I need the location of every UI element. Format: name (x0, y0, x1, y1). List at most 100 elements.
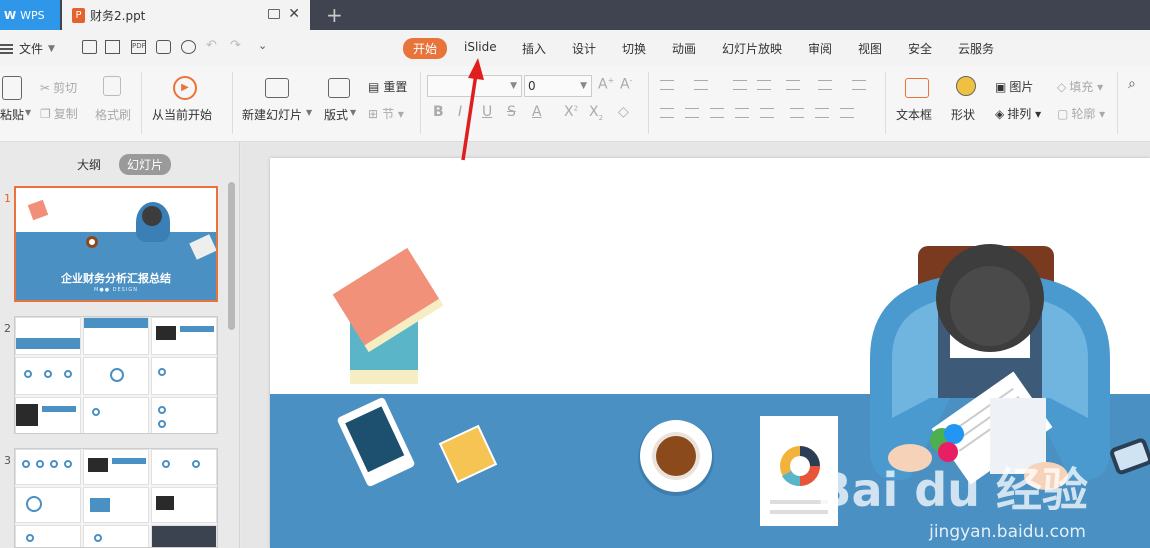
font-size-select[interactable]: 0 ▼ (524, 75, 592, 97)
mini-dot (26, 534, 34, 542)
strikethrough-icon[interactable]: S (507, 104, 516, 120)
align-center-icon[interactable] (685, 108, 699, 118)
layout-icon[interactable] (328, 78, 350, 98)
export-pdf-icon[interactable]: PDF (131, 40, 146, 54)
customize-toolbar-icon[interactable]: ⌄ (258, 39, 273, 53)
shape-icon[interactable] (956, 76, 976, 96)
bullet-list-icon[interactable] (660, 80, 674, 90)
text-direction-icon[interactable] (786, 80, 800, 90)
mini-slide (15, 525, 81, 547)
open-icon[interactable] (82, 40, 97, 54)
arrange-button[interactable]: ◈ 排列 ▾ (995, 105, 1041, 122)
outline-button[interactable]: ▢ 轮廓 ▾ (1057, 105, 1105, 122)
textbox-icon[interactable] (905, 78, 929, 98)
thumbnail-subtitle: M●● DESIGN (94, 287, 138, 293)
align-left-icon[interactable] (660, 108, 674, 118)
reset-button[interactable]: ▤ 重置 (368, 78, 407, 95)
copy-button[interactable]: ❐ 复制 (40, 105, 78, 122)
glasses-icon (1110, 438, 1150, 475)
section-button[interactable]: ⊞ 节 ▾ (368, 105, 404, 122)
cut-button[interactable]: ✂ 剪切 (40, 79, 77, 96)
italic-icon[interactable]: I (458, 104, 462, 120)
format-painter-icon[interactable] (103, 76, 121, 96)
close-tab-icon[interactable]: ✕ (288, 6, 300, 22)
slide-thumbnail-1[interactable]: 企业财务分析汇报总结 M●● DESIGN (14, 186, 218, 302)
mini-dot (92, 408, 100, 416)
subscript-icon[interactable]: X2 (589, 104, 603, 122)
clear-format-icon[interactable]: ◇ (618, 104, 629, 120)
redo-icon[interactable]: ↷ (230, 38, 245, 53)
paste-button-label[interactable]: 粘贴 (0, 106, 24, 123)
chevron-down-icon: ▼ (510, 81, 517, 91)
file-menu-button[interactable]: 文件 ▼ (0, 40, 55, 57)
new-slide-button[interactable]: 新建幻灯片 (242, 106, 302, 123)
book-icon (27, 199, 49, 221)
play-from-current-button[interactable]: 从当前开始 (152, 106, 212, 123)
font-color-icon[interactable]: A (532, 104, 542, 120)
menu-insert[interactable]: 插入 (522, 40, 546, 57)
undo-icon[interactable]: ↶ (206, 38, 221, 53)
decrease-indent-icon[interactable] (733, 80, 747, 90)
menu-animations[interactable]: 动画 (672, 40, 696, 57)
play-icon[interactable]: ▶ (173, 76, 197, 100)
menu-home[interactable]: 开始 (403, 38, 448, 59)
font-name-select[interactable]: ▼ (427, 75, 522, 97)
decrease-font-icon[interactable]: A- (620, 76, 632, 93)
tab-document[interactable]: P 财务2.ppt ✕ (62, 0, 310, 30)
numbered-list-icon[interactable] (694, 80, 708, 90)
fill-button[interactable]: ◇ 填充 ▾ (1057, 78, 1103, 95)
distribute-icon[interactable] (760, 108, 774, 118)
new-slide-icon[interactable] (265, 78, 289, 98)
superscript-icon[interactable]: X2 (564, 104, 578, 120)
slide-thumbnail-2[interactable] (14, 316, 218, 434)
reset-icon: ▤ (368, 80, 380, 94)
layout-dropdown-icon[interactable]: ▼ (350, 108, 356, 117)
align-right-icon[interactable] (710, 108, 724, 118)
mini-slide (83, 487, 149, 523)
panel-scrollbar[interactable] (228, 182, 235, 330)
mini-dot (110, 368, 124, 382)
new-slide-dropdown-icon[interactable]: ▼ (306, 108, 312, 117)
chevron-down-icon: ▼ (48, 43, 55, 54)
line-spacing-icon[interactable] (852, 80, 866, 90)
paste-dropdown-icon[interactable]: ▼ (25, 108, 31, 117)
shape-button[interactable]: 形状 (951, 106, 975, 123)
tab-outline[interactable]: 大纲 (69, 154, 109, 175)
find-icon[interactable]: ⌕ (1128, 76, 1136, 92)
menu-slideshow[interactable]: 幻灯片放映 (722, 40, 782, 57)
menu-review[interactable]: 审阅 (808, 40, 832, 57)
format-painter-label[interactable]: 格式刷 (95, 106, 131, 123)
paragraph-spacing-icon[interactable] (790, 108, 804, 118)
menu-view[interactable]: 视图 (858, 40, 882, 57)
align-text-icon[interactable] (818, 80, 832, 90)
bold-icon[interactable]: B (433, 104, 444, 120)
underline-icon[interactable]: U (482, 104, 492, 120)
slide-thumbnail-3[interactable] (14, 448, 218, 548)
layout-button[interactable]: 版式 (324, 106, 348, 123)
menu-islide[interactable]: iSlide (464, 40, 497, 54)
textbox-button[interactable]: 文本框 (896, 106, 932, 123)
menu-cloud[interactable]: 云服务 (958, 40, 994, 57)
paragraph-settings-icon[interactable] (840, 108, 854, 118)
mini-slide (151, 449, 217, 485)
tab-wps-home[interactable]: W WPS (0, 0, 60, 30)
print-preview-icon[interactable] (181, 40, 196, 54)
menu-design[interactable]: 设计 (572, 40, 596, 57)
mini-dot (158, 420, 166, 428)
mini-bar (180, 326, 214, 332)
menu-security[interactable]: 安全 (908, 40, 932, 57)
menu-transitions[interactable]: 切换 (622, 40, 646, 57)
paste-icon[interactable] (2, 76, 22, 100)
tab-slides[interactable]: 幻灯片 (119, 154, 172, 175)
save-icon[interactable] (105, 40, 120, 54)
add-tab-button[interactable]: + (326, 3, 343, 27)
current-slide[interactable]: Bai du 经验 jingyan.baidu.com (270, 158, 1150, 548)
increase-font-icon[interactable]: A+ (598, 76, 614, 93)
window-mode-icon[interactable] (268, 9, 280, 19)
print-icon[interactable] (156, 40, 171, 54)
justify-icon[interactable] (735, 108, 749, 118)
mini-bar (42, 406, 76, 412)
picture-button[interactable]: ▣ 图片 (995, 78, 1033, 95)
increase-indent-icon[interactable] (757, 80, 771, 90)
column-icon[interactable] (815, 108, 829, 118)
